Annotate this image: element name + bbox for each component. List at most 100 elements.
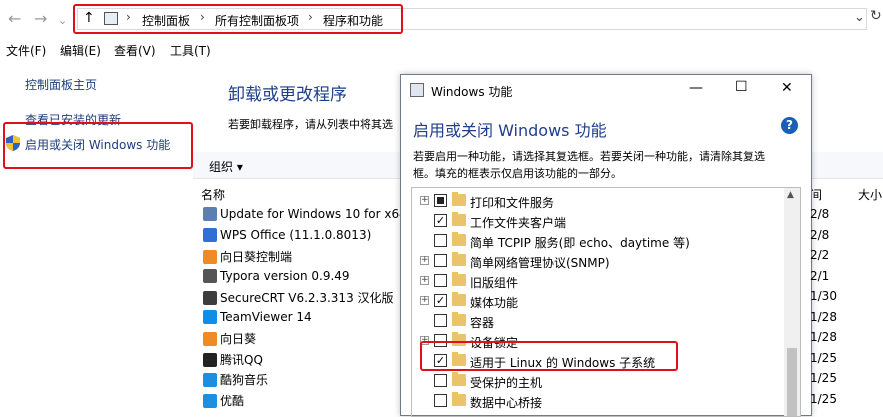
close-icon[interactable]: ✕ bbox=[781, 80, 793, 96]
tree-scrollbar[interactable]: ▲ bbox=[784, 188, 800, 416]
highlight-box-linux-subsystem bbox=[420, 341, 678, 371]
back-arrow-icon[interactable]: ← bbox=[8, 10, 21, 28]
dialog-app-icon bbox=[410, 83, 424, 97]
feature-checkbox[interactable] bbox=[434, 374, 447, 387]
feature-label: 数据中心桥接 bbox=[470, 396, 543, 410]
feature-checkbox[interactable] bbox=[434, 314, 447, 327]
program-icon bbox=[203, 309, 217, 324]
expand-icon[interactable]: + bbox=[420, 256, 429, 265]
features-tree: + 打印和文件服务 ✓ 工作文件夹客户端简单 TCPIP 服务(即 echo、dayt… bbox=[411, 187, 801, 417]
program-name: TeamViewer 14 bbox=[220, 309, 312, 324]
program-icon bbox=[203, 227, 217, 242]
minimize-icon[interactable]: — bbox=[689, 80, 703, 96]
feature-label: 容器 bbox=[470, 316, 495, 330]
program-install-date: 1/25 bbox=[810, 371, 837, 385]
dialog-titlebar[interactable]: Windows 功能 — ☐ ✕ bbox=[401, 75, 811, 105]
program-row[interactable]: WPS Office (11.1.0.8013) bbox=[203, 227, 372, 248]
column-header-name[interactable]: 名称 bbox=[201, 186, 225, 203]
feature-row[interactable]: 数据中心桥接 bbox=[412, 391, 782, 411]
feature-row[interactable]: ✓ 工作文件夹客户端 bbox=[412, 211, 782, 231]
menu-tools[interactable]: 工具(T) bbox=[170, 42, 211, 59]
feature-row[interactable]: + 简单网络管理协议(SNMP) bbox=[412, 251, 782, 271]
menu-edit[interactable]: 编辑(E) bbox=[60, 42, 101, 59]
feature-checkbox[interactable] bbox=[434, 274, 447, 287]
expand-icon[interactable]: + bbox=[420, 196, 429, 205]
folder-icon bbox=[452, 312, 466, 326]
program-install-date: 2/2 bbox=[810, 248, 830, 262]
scroll-up-icon[interactable]: ▲ bbox=[787, 190, 794, 200]
program-row[interactable]: Typora version 0.9.49 bbox=[203, 268, 350, 289]
program-install-date: 2/8 bbox=[810, 207, 830, 221]
program-row[interactable]: 向日葵控制端 bbox=[203, 248, 292, 268]
expand-icon[interactable]: + bbox=[420, 296, 429, 305]
dialog-heading: 启用或关闭 Windows 功能 bbox=[413, 121, 607, 140]
menu-file[interactable]: 文件(F) bbox=[6, 42, 46, 59]
page-description: 若要卸载程序，请从列表中将其选 bbox=[228, 118, 393, 131]
forward-arrow-icon[interactable]: → bbox=[34, 10, 47, 28]
menu-view[interactable]: 查看(V) bbox=[114, 42, 156, 59]
program-name: 酷狗音乐 bbox=[220, 373, 269, 387]
feature-label: 简单网络管理协议(SNMP) bbox=[470, 256, 610, 270]
folder-icon bbox=[452, 272, 466, 286]
help-icon[interactable]: ? bbox=[781, 117, 798, 134]
folder-icon bbox=[452, 392, 466, 406]
feature-row[interactable]: 简单 TCPIP 服务(即 echo、daytime 等) bbox=[412, 231, 782, 251]
program-icon bbox=[203, 332, 217, 346]
highlight-box-address bbox=[73, 4, 403, 34]
feature-checkbox[interactable] bbox=[434, 254, 447, 267]
maximize-icon[interactable]: ☐ bbox=[735, 79, 748, 95]
control-panel-home-link[interactable]: 控制面板主页 bbox=[25, 76, 97, 93]
organize-button[interactable]: 组织 ▾ bbox=[209, 158, 243, 175]
program-icon bbox=[203, 352, 217, 367]
program-install-date: 1/25 bbox=[810, 350, 837, 365]
feature-row[interactable]: + ✓ 媒体功能 bbox=[412, 291, 782, 311]
program-icon bbox=[203, 373, 217, 387]
feature-checkbox[interactable]: ✓ bbox=[434, 214, 447, 227]
folder-icon bbox=[452, 252, 466, 266]
program-install-date: 1/25 bbox=[810, 391, 837, 406]
feature-checkbox[interactable]: ✓ bbox=[434, 294, 447, 307]
expand-icon[interactable]: + bbox=[420, 276, 429, 285]
program-icon bbox=[203, 250, 217, 264]
refresh-icon[interactable]: ↻ bbox=[870, 8, 882, 24]
program-row[interactable]: 酷狗音乐 bbox=[203, 371, 268, 391]
program-row[interactable]: 腾讯QQ bbox=[203, 351, 263, 371]
program-name: Update for Windows 10 for x64 bbox=[220, 207, 407, 221]
program-icon bbox=[203, 268, 217, 283]
program-row[interactable]: TeamViewer 14 bbox=[203, 309, 312, 330]
dialog-description-line2: 框。填充的框表示仅启用该功能的一部分。 bbox=[413, 167, 622, 180]
feature-label: 受保护的主机 bbox=[470, 376, 543, 390]
dialog-title: Windows 功能 bbox=[431, 85, 513, 99]
folder-icon bbox=[452, 212, 466, 226]
program-install-date: 2/1 bbox=[810, 268, 830, 283]
program-row[interactable]: 优酷 bbox=[203, 392, 244, 412]
feature-row[interactable]: + 旧版组件 bbox=[412, 271, 782, 291]
folder-icon bbox=[452, 192, 466, 206]
scrollbar-thumb[interactable] bbox=[787, 348, 797, 416]
feature-label: 简单 TCPIP 服务(即 echo、daytime 等) bbox=[470, 236, 690, 250]
program-name: 优酷 bbox=[220, 393, 245, 408]
feature-row[interactable]: 容器 bbox=[412, 311, 782, 331]
program-name: 向日葵控制端 bbox=[220, 250, 293, 264]
address-dropdown-icon[interactable]: ⌄ bbox=[854, 10, 865, 25]
program-name: WPS Office (11.1.0.8013) bbox=[220, 227, 372, 242]
program-row[interactable]: SecureCRT V6.2.3.313 汉化版 bbox=[203, 289, 394, 309]
feature-row[interactable]: + 打印和文件服务 bbox=[412, 191, 782, 211]
feature-row[interactable]: 受保护的主机 bbox=[412, 371, 782, 391]
program-name: SecureCRT V6.2.3.313 汉化版 bbox=[220, 291, 394, 305]
feature-checkbox[interactable] bbox=[434, 194, 447, 207]
feature-checkbox[interactable] bbox=[434, 234, 447, 247]
program-row[interactable]: Update for Windows 10 for x64 bbox=[203, 207, 407, 227]
program-install-date: 2/8 bbox=[810, 227, 830, 242]
program-install-date: 1/28 bbox=[810, 309, 837, 324]
highlight-box-features-link bbox=[3, 122, 193, 169]
menu-bar: 文件(F) 编辑(E) 查看(V) 工具(T) bbox=[0, 40, 883, 60]
program-name: 向日葵 bbox=[220, 332, 257, 346]
program-row[interactable]: 向日葵 bbox=[203, 330, 256, 350]
program-install-date: 1/28 bbox=[810, 330, 837, 344]
recent-dropdown-icon[interactable]: ⌄ bbox=[58, 12, 67, 30]
folder-icon bbox=[452, 232, 466, 246]
feature-checkbox[interactable] bbox=[434, 394, 447, 407]
column-header-size[interactable]: 大小 bbox=[858, 186, 882, 203]
feature-label: 旧版组件 bbox=[470, 276, 519, 290]
